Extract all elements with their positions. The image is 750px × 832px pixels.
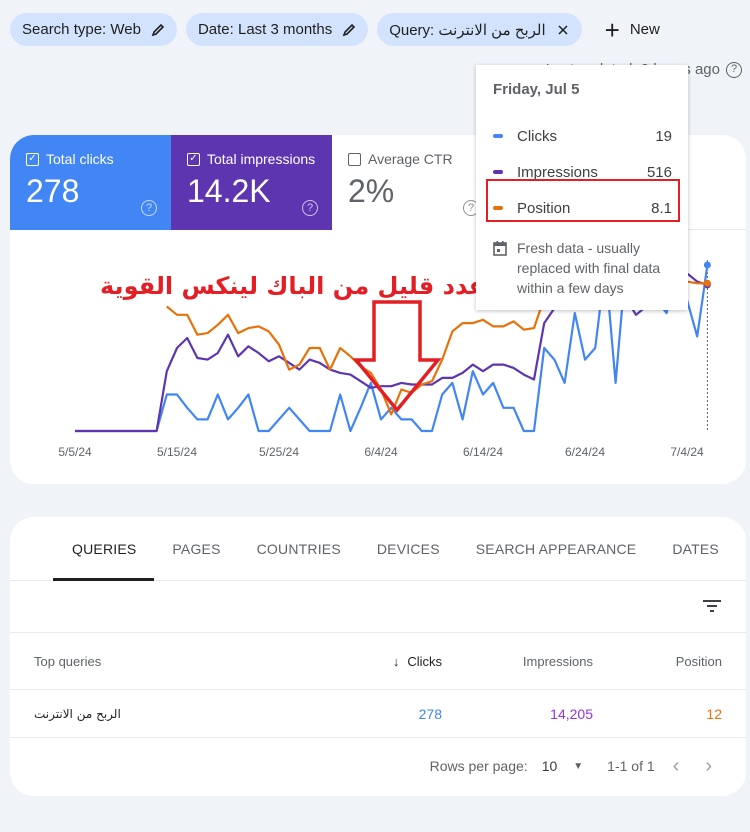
metric-value: 2%: [348, 173, 395, 209]
legend-swatch-icon: [493, 170, 503, 174]
pencil-icon[interactable]: [151, 23, 165, 37]
rows-per-page-label: Rows per page:: [429, 758, 528, 774]
header-impressions[interactable]: Impressions: [523, 654, 593, 669]
help-icon[interactable]: ?: [726, 61, 742, 78]
calendar-icon: [493, 241, 507, 256]
tab-queries[interactable]: QUERIES: [53, 517, 155, 581]
next-page-icon[interactable]: ›: [697, 755, 720, 778]
tooltip-label: Impressions: [517, 163, 598, 181]
legend-swatch-icon: [493, 134, 503, 138]
table-row[interactable]: الربح من الانترنت 278 14,205 12: [10, 690, 746, 738]
plus-icon: +: [604, 14, 620, 45]
metric-total-impressions[interactable]: ✓ Total impressions 14.2K ?: [171, 135, 332, 230]
cell-query[interactable]: الربح من الانترنت: [34, 707, 121, 721]
dropdown-caret-icon[interactable]: ▼: [573, 761, 583, 772]
header-clicks-label: Clicks: [407, 653, 442, 669]
metric-value: 278: [26, 173, 80, 209]
x-tick-label: 5/25/24: [259, 445, 299, 459]
metric-label: Total clicks: [46, 151, 114, 167]
metric-label: Average CTR: [368, 151, 453, 167]
annotation-text: بناء عدد قليل من الباك لينكس القوية: [100, 272, 534, 300]
checkbox-checked-icon[interactable]: ✓: [187, 152, 200, 166]
tab-pages[interactable]: PAGES: [154, 517, 238, 580]
header-top-queries[interactable]: Top queries: [34, 654, 101, 669]
help-icon[interactable]: ?: [302, 200, 318, 216]
metric-total-clicks[interactable]: ✓ Total clicks 278 ?: [10, 135, 171, 230]
chip-label: Search type: Web: [22, 21, 141, 38]
header-clicks[interactable]: ↓ Clicks: [393, 654, 442, 669]
tooltip-date: Friday, Jul 5: [493, 81, 580, 98]
sort-down-arrow-icon: ↓: [392, 653, 400, 669]
filter-icon[interactable]: [702, 598, 722, 614]
chip-label: Query: الربح من الانترنت: [389, 21, 546, 39]
pagination: Rows per page: 10 ▼ 1-1 of 1 ‹ ›: [10, 738, 746, 794]
x-tick-label: 6/24/24: [565, 445, 605, 459]
annotation-highlight-box: [486, 179, 680, 222]
help-icon[interactable]: ?: [141, 200, 157, 216]
cell-clicks: 278: [418, 705, 442, 722]
dimension-tabs: QUERIES PAGES COUNTRIES DEVICES SEARCH A…: [10, 517, 746, 581]
annotation-arrow: [352, 300, 442, 413]
tooltip-value: 516: [646, 163, 672, 181]
tab-devices[interactable]: DEVICES: [359, 517, 458, 580]
table-header: Top queries ↓ Clicks Impressions Position: [10, 633, 746, 690]
down-arrow-icon: [352, 300, 442, 413]
x-tick-label: 6/14/24: [463, 445, 503, 459]
checkbox-unchecked-icon[interactable]: [348, 152, 361, 166]
hover-point-clicks: [703, 261, 711, 269]
tooltip-value: 19: [655, 127, 672, 145]
new-filter-button[interactable]: + New: [595, 17, 670, 43]
x-tick-label: 6/4/24: [364, 445, 398, 459]
x-tick-label: 5/15/24: [157, 445, 197, 459]
table-toolbar: [10, 581, 746, 633]
new-filter-label: New: [629, 21, 660, 38]
tab-search-appearance[interactable]: SEARCH APPEARANCE: [458, 517, 655, 580]
filter-bar: Search type: Web Date: Last 3 months Que…: [10, 13, 670, 46]
filter-chip-date[interactable]: Date: Last 3 months: [185, 13, 369, 46]
checkbox-checked-icon[interactable]: ✓: [26, 152, 39, 166]
tab-dates[interactable]: DATES: [654, 517, 737, 580]
x-tick-label: 5/5/24: [58, 445, 92, 459]
rows-per-page-select[interactable]: 10: [542, 758, 558, 774]
filter-chip-search-type[interactable]: Search type: Web: [10, 13, 177, 46]
header-position[interactable]: Position: [676, 654, 722, 669]
prev-page-icon[interactable]: ‹: [665, 755, 688, 778]
metric-label: Total impressions: [207, 151, 316, 167]
tooltip-note: Fresh data - usually replaced with final…: [493, 238, 672, 298]
cell-impressions: 14,205: [550, 705, 593, 722]
tooltip-note-text: Fresh data - usually replaced with final…: [517, 240, 661, 296]
table-card: QUERIES PAGES COUNTRIES DEVICES SEARCH A…: [10, 517, 746, 796]
chart-tooltip: Friday, Jul 5 Clicks 19 Impressions 516 …: [476, 65, 688, 310]
filter-chip-query[interactable]: Query: الربح من الانترنت: [377, 13, 582, 46]
tab-countries[interactable]: COUNTRIES: [239, 517, 359, 580]
metric-value: 14.2K: [187, 173, 271, 209]
close-icon[interactable]: [556, 23, 570, 37]
tooltip-label: Clicks: [517, 127, 557, 145]
hover-point-position: [703, 279, 711, 287]
chip-label: Date: Last 3 months: [197, 21, 333, 38]
cell-position: 12: [706, 705, 722, 722]
metric-average-ctr[interactable]: Average CTR 2% ?: [332, 135, 493, 230]
x-tick-label: 7/4/24: [670, 445, 704, 459]
tooltip-row-clicks: Clicks 19: [493, 118, 672, 154]
pencil-icon[interactable]: [342, 23, 356, 37]
page-range: 1-1 of 1: [607, 758, 655, 774]
